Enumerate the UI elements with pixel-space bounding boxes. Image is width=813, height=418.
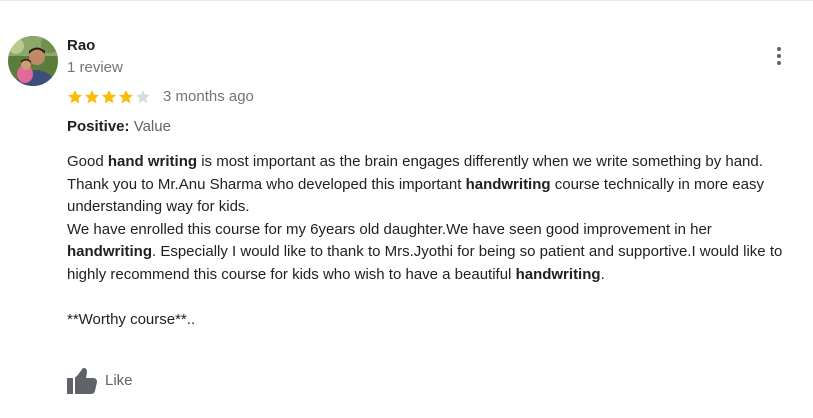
star-filled-icon <box>102 90 116 104</box>
review-body: Good hand writing is most important as t… <box>67 151 802 331</box>
review-text-segment: We have enrolled this course for my 6yea… <box>67 220 712 238</box>
star-filled-icon <box>119 90 133 104</box>
reviewer-name[interactable]: Rao <box>67 36 95 56</box>
highlighted-term: hand writing <box>107 153 198 170</box>
star-rating <box>67 89 152 105</box>
star-empty-icon <box>136 90 150 104</box>
review-text-segment: Thank you to Mr.Anu Sharma who developed… <box>67 175 466 193</box>
attribute-value: Value <box>129 118 171 135</box>
review-paragraph-4: **Worthy course**.. <box>67 309 802 332</box>
highlighted-term: handwriting <box>465 175 551 193</box>
review-text-segment: Good <box>67 153 108 170</box>
review-text-segment: is most important as the brain engages d… <box>197 153 763 170</box>
review-paragraph-2: Thank you to Mr.Anu Sharma who developed… <box>67 174 802 219</box>
like-button[interactable]: Like <box>67 366 133 396</box>
reviewer-review-count: 1 review <box>67 59 123 76</box>
avatar-photo <box>8 36 58 86</box>
review-paragraph-3: We have enrolled this course for my 6yea… <box>67 219 802 287</box>
highlighted-term: handwriting <box>67 243 152 260</box>
review-text-segment: . <box>600 265 605 283</box>
star-filled-icon <box>68 90 82 104</box>
star-filled-icon <box>85 90 99 104</box>
thumb-up-icon <box>67 368 97 394</box>
more-options-button[interactable] <box>768 44 790 68</box>
review-attribute: Positive: Value <box>67 117 171 137</box>
review-text-segment: . Especially I would like to thank to Mr… <box>67 243 783 283</box>
top-divider <box>0 0 813 1</box>
attribute-label: Positive: <box>67 118 130 135</box>
rating-row: 3 months ago <box>67 87 254 107</box>
more-vert-icon <box>777 47 781 65</box>
review-paragraph-1: Good hand writing is most important as t… <box>67 151 802 174</box>
review-text-segment: **Worthy course**.. <box>67 310 196 328</box>
review-date: 3 months ago <box>163 88 254 105</box>
highlighted-term: handwriting <box>515 265 601 283</box>
reviewer-avatar[interactable] <box>8 36 58 86</box>
like-label: Like <box>105 372 133 389</box>
